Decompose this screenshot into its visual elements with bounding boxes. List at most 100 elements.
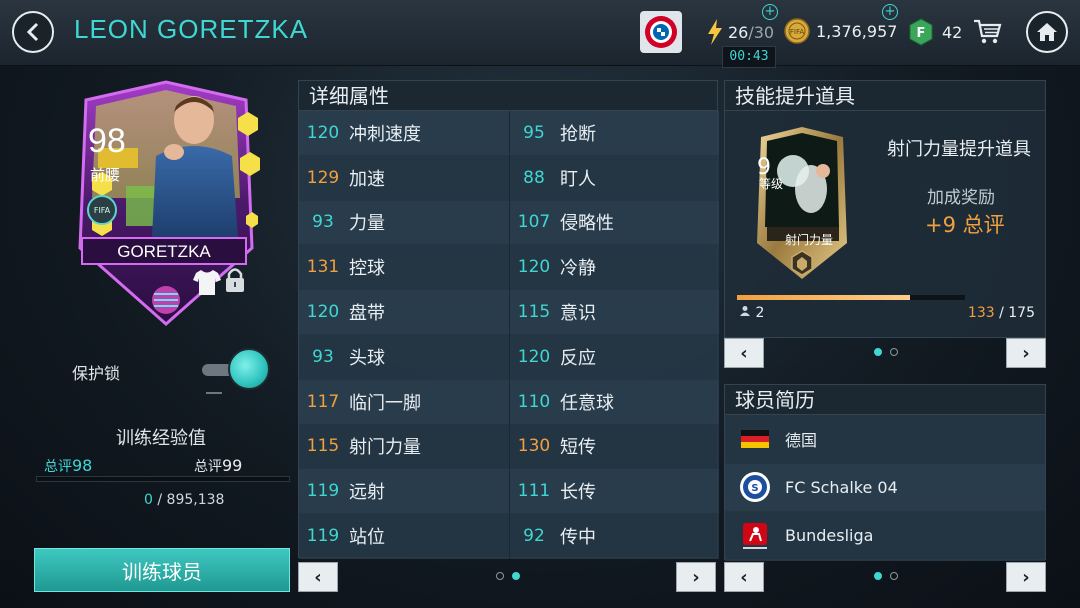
training-exp-total: 895,138 <box>166 492 225 508</box>
attribute-row: 110 任意球 <box>509 379 719 425</box>
page-title: LEON GORETZKA <box>74 14 309 44</box>
attribute-value: 88 <box>523 167 545 188</box>
attribute-row: 120 反应 <box>509 334 719 380</box>
attribute-name: 冷静 <box>560 258 596 280</box>
protect-lock-toggle[interactable] <box>228 348 270 390</box>
history-next-button[interactable]: › <box>1006 562 1046 592</box>
next-ovr-value: 99 <box>222 456 243 475</box>
attributes-title: 详细属性 <box>299 81 717 111</box>
boost-item-card[interactable] <box>753 127 851 281</box>
attribute-name: 侵略性 <box>560 213 614 235</box>
attribute-row: 120 冷静 <box>509 245 719 291</box>
next-ovr: 总评99 <box>194 456 242 476</box>
attribute-name: 站位 <box>349 527 385 549</box>
page-dot-active <box>874 348 882 356</box>
boost-level-label: 等级 <box>759 177 784 191</box>
attribute-value: 119 <box>306 526 340 547</box>
attribute-name: 控球 <box>349 258 385 280</box>
svg-text:S: S <box>751 483 758 494</box>
chevron-right-icon: › <box>1022 566 1030 588</box>
kit-icon <box>193 270 221 295</box>
attribute-row: 119 远射 <box>299 469 509 515</box>
attribute-value: 107 <box>517 212 551 233</box>
fifa-points-display: F 42 <box>908 18 962 46</box>
attribute-row: 129 加速 <box>299 155 509 201</box>
attribute-name: 意识 <box>560 303 596 325</box>
attribute-row: 115 意识 <box>509 290 719 335</box>
fifa-points-value: 42 <box>942 22 963 42</box>
attributes-panel: 详细属性 120 冲刺速度 95 抢断 129 加速 88 盯人 93 力量 107 侵略性 131 控球… <box>298 80 719 559</box>
player-history-title: 球员简历 <box>725 385 1045 415</box>
boost-owned-icon <box>740 306 750 316</box>
bonus-reward-label: 加成奖励 <box>927 188 995 208</box>
add-energy-button[interactable]: + <box>762 4 778 20</box>
home-button[interactable] <box>1026 11 1068 53</box>
attribute-name: 盘带 <box>349 303 385 325</box>
attribute-name: 盯人 <box>560 168 596 190</box>
energy-display: 26/30 <box>706 18 774 46</box>
player-history-panel: 球员简历 德国 S FC Schalke 04 Bundesliga <box>724 384 1046 561</box>
store-button[interactable] <box>972 18 1002 50</box>
add-coins-button[interactable]: + <box>882 4 898 20</box>
training-exp-title: 训练经验值 <box>116 428 206 449</box>
back-button[interactable] <box>12 11 54 53</box>
attribute-row: 117 临门一脚 <box>299 379 509 425</box>
attribute-name: 头球 <box>349 347 385 369</box>
protect-lock-shadow <box>206 392 222 394</box>
train-player-button[interactable]: 训练球员 <box>34 548 290 592</box>
attribute-value: 119 <box>306 481 340 502</box>
boost-progress-separator: / <box>994 305 1009 321</box>
attribute-value: 95 <box>523 122 545 143</box>
boost-progress-total: 175 <box>1008 305 1035 321</box>
club-badge-button[interactable] <box>640 11 682 53</box>
attribute-value: 117 <box>306 391 340 412</box>
svg-text:F: F <box>917 26 926 41</box>
page-dot-active <box>512 572 520 580</box>
page-dot <box>890 348 898 356</box>
svg-text:FIFA: FIFA <box>94 206 111 215</box>
history-club: FC Schalke 04 <box>785 477 898 497</box>
training-exp-separator: / <box>152 492 167 508</box>
history-prev-button[interactable]: ‹ <box>724 562 764 592</box>
bayern-badge-icon <box>645 16 677 48</box>
attribute-row: 120 冲刺速度 <box>299 111 509 156</box>
page-dot <box>890 572 898 580</box>
attribute-value: 93 <box>312 346 334 367</box>
history-nation: 德国 <box>785 430 818 450</box>
attribute-name: 加速 <box>349 168 385 190</box>
attribute-name: 长传 <box>560 482 596 504</box>
attribute-name: 力量 <box>349 213 385 235</box>
boost-page-dots <box>874 348 898 356</box>
attribute-row: 107 侵略性 <box>509 200 719 246</box>
player-card[interactable]: FIFA 98 前腰 GORETZKA <box>56 78 276 328</box>
attribute-name: 传中 <box>560 527 596 549</box>
history-nation-row[interactable]: 德国 <box>725 415 1045 464</box>
attributes-prev-button[interactable]: ‹ <box>298 562 338 592</box>
bundesliga-logo-icon <box>725 521 785 551</box>
shopping-cart-icon <box>974 19 1002 44</box>
attributes-next-button[interactable]: › <box>676 562 716 592</box>
attribute-name: 射门力量 <box>349 437 421 459</box>
boost-next-button[interactable]: › <box>1006 338 1046 368</box>
boost-owned: 2 <box>739 305 764 321</box>
current-ovr-value: 98 <box>72 456 93 475</box>
boost-prev-button[interactable]: ‹ <box>724 338 764 368</box>
attributes-page-dots <box>496 572 520 580</box>
history-club-row[interactable]: S FC Schalke 04 <box>725 463 1045 513</box>
history-page-dots <box>874 572 898 580</box>
history-league-row[interactable]: Bundesliga <box>725 512 1045 561</box>
energy-timer: 00:43 <box>722 46 776 68</box>
attribute-value: 111 <box>517 481 551 502</box>
attribute-row: 115 射门力量 <box>299 424 509 470</box>
attribute-value: 92 <box>523 526 545 547</box>
training-exp-bar <box>36 476 290 482</box>
card-player-name: GORETZKA <box>117 242 211 261</box>
top-bar: LEON GORETZKA 26/30 + 00:43 FIFA 1,376,9… <box>0 0 1080 68</box>
attribute-value: 120 <box>306 122 340 143</box>
attribute-value: 120 <box>517 257 551 278</box>
skill-boost-panel: 技能提升道具 9 等级 射门力量 射门力量提升道具 加成奖励 +9 总评 2 1… <box>724 80 1046 338</box>
attribute-name: 短传 <box>560 437 596 459</box>
energy-value: 26 <box>728 22 749 42</box>
attribute-row: 119 站位 <box>299 514 509 559</box>
boost-card-name: 射门力量 <box>785 233 834 247</box>
